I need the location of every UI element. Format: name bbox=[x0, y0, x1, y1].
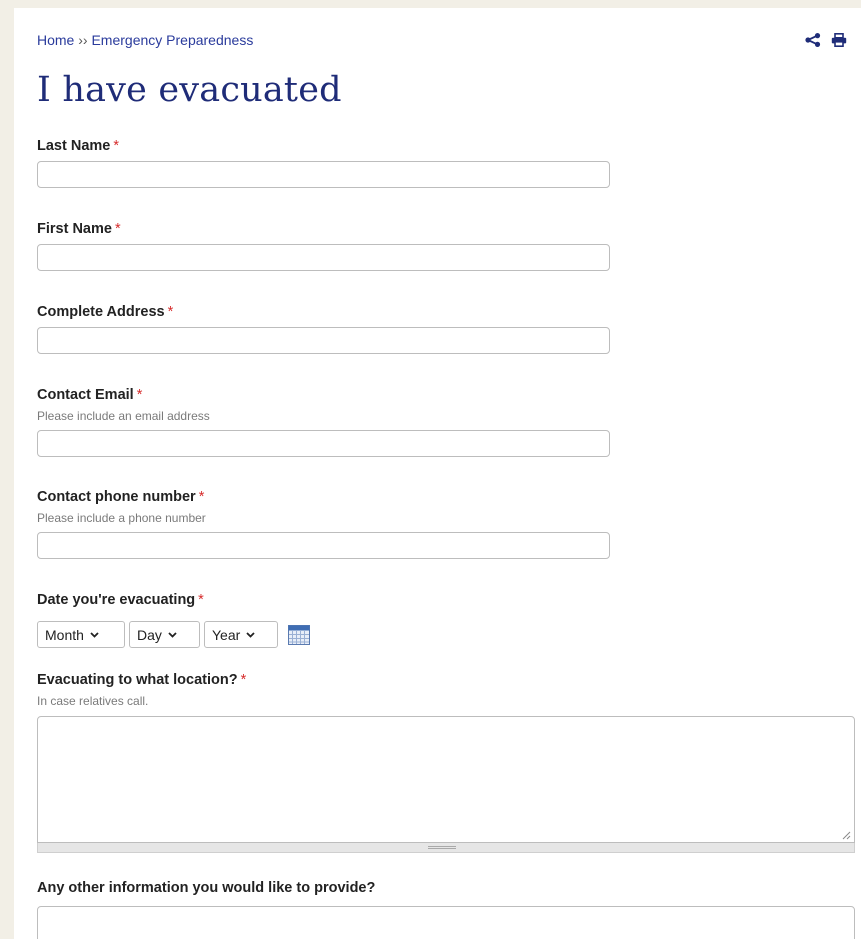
required-marker: * bbox=[240, 672, 247, 688]
last-name-label-text: Last Name bbox=[37, 138, 111, 154]
other-info-label: Any other information you would like to … bbox=[37, 880, 375, 896]
last-name-input[interactable] bbox=[37, 161, 610, 188]
breadcrumb-home-link[interactable]: Home bbox=[37, 32, 74, 48]
phone-help-text: Please include a phone number bbox=[37, 511, 206, 525]
chevron-down-icon bbox=[246, 631, 255, 638]
day-select-value: Day bbox=[137, 626, 162, 643]
email-help-text: Please include an email address bbox=[37, 409, 210, 423]
required-marker: * bbox=[198, 489, 205, 505]
location-textarea[interactable] bbox=[37, 716, 855, 843]
chevron-down-icon bbox=[90, 631, 99, 638]
grippie-bar bbox=[428, 846, 456, 849]
month-select[interactable]: Month bbox=[37, 621, 125, 648]
date-selects: Month Day Year bbox=[37, 621, 310, 648]
address-label: Complete Address * bbox=[37, 304, 173, 320]
page-title: I have evacuated bbox=[37, 70, 342, 110]
first-name-label-text: First Name bbox=[37, 221, 112, 237]
location-help-text: In case relatives call. bbox=[37, 694, 149, 708]
chevron-down-icon bbox=[168, 631, 177, 638]
email-label: Contact Email * bbox=[37, 387, 142, 403]
phone-label-text: Contact phone number bbox=[37, 489, 196, 505]
textarea-grippie[interactable] bbox=[37, 843, 855, 853]
required-marker: * bbox=[167, 304, 174, 320]
location-label-text: Evacuating to what location? bbox=[37, 672, 238, 688]
phone-input[interactable] bbox=[37, 532, 610, 559]
date-label: Date you're evacuating * bbox=[37, 592, 204, 608]
resize-handle-icon[interactable] bbox=[841, 830, 851, 840]
last-name-label: Last Name * bbox=[37, 138, 119, 154]
email-label-text: Contact Email bbox=[37, 387, 134, 403]
breadcrumb-emergency-preparedness-link[interactable]: Emergency Preparedness bbox=[91, 32, 253, 48]
address-label-text: Complete Address bbox=[37, 304, 165, 320]
first-name-input[interactable] bbox=[37, 244, 610, 271]
calendar-icon[interactable] bbox=[288, 624, 310, 645]
date-label-text: Date you're evacuating bbox=[37, 592, 196, 608]
breadcrumb: Home ›› Emergency Preparedness bbox=[37, 32, 253, 48]
email-input[interactable] bbox=[37, 430, 610, 457]
other-info-label-text: Any other information you would like to … bbox=[37, 880, 376, 896]
share-icon[interactable] bbox=[805, 33, 821, 47]
first-name-label: First Name * bbox=[37, 221, 121, 237]
location-label: Evacuating to what location? * bbox=[37, 672, 246, 688]
breadcrumb-separator: ›› bbox=[78, 32, 88, 48]
required-marker: * bbox=[198, 592, 204, 608]
address-input[interactable] bbox=[37, 327, 610, 354]
required-marker: * bbox=[136, 387, 143, 403]
year-select-value: Year bbox=[212, 626, 241, 643]
main-content: Home ›› Emergency Preparedness I have ev… bbox=[14, 8, 861, 939]
phone-label: Contact phone number * bbox=[37, 489, 204, 505]
day-select[interactable]: Day bbox=[129, 621, 200, 648]
month-select-value: Month bbox=[45, 626, 84, 643]
print-icon[interactable] bbox=[831, 33, 847, 47]
year-select[interactable]: Year bbox=[204, 621, 278, 648]
required-marker: * bbox=[113, 138, 119, 154]
other-info-textarea[interactable] bbox=[37, 906, 855, 939]
page-tools bbox=[805, 33, 847, 47]
required-marker: * bbox=[114, 221, 121, 237]
